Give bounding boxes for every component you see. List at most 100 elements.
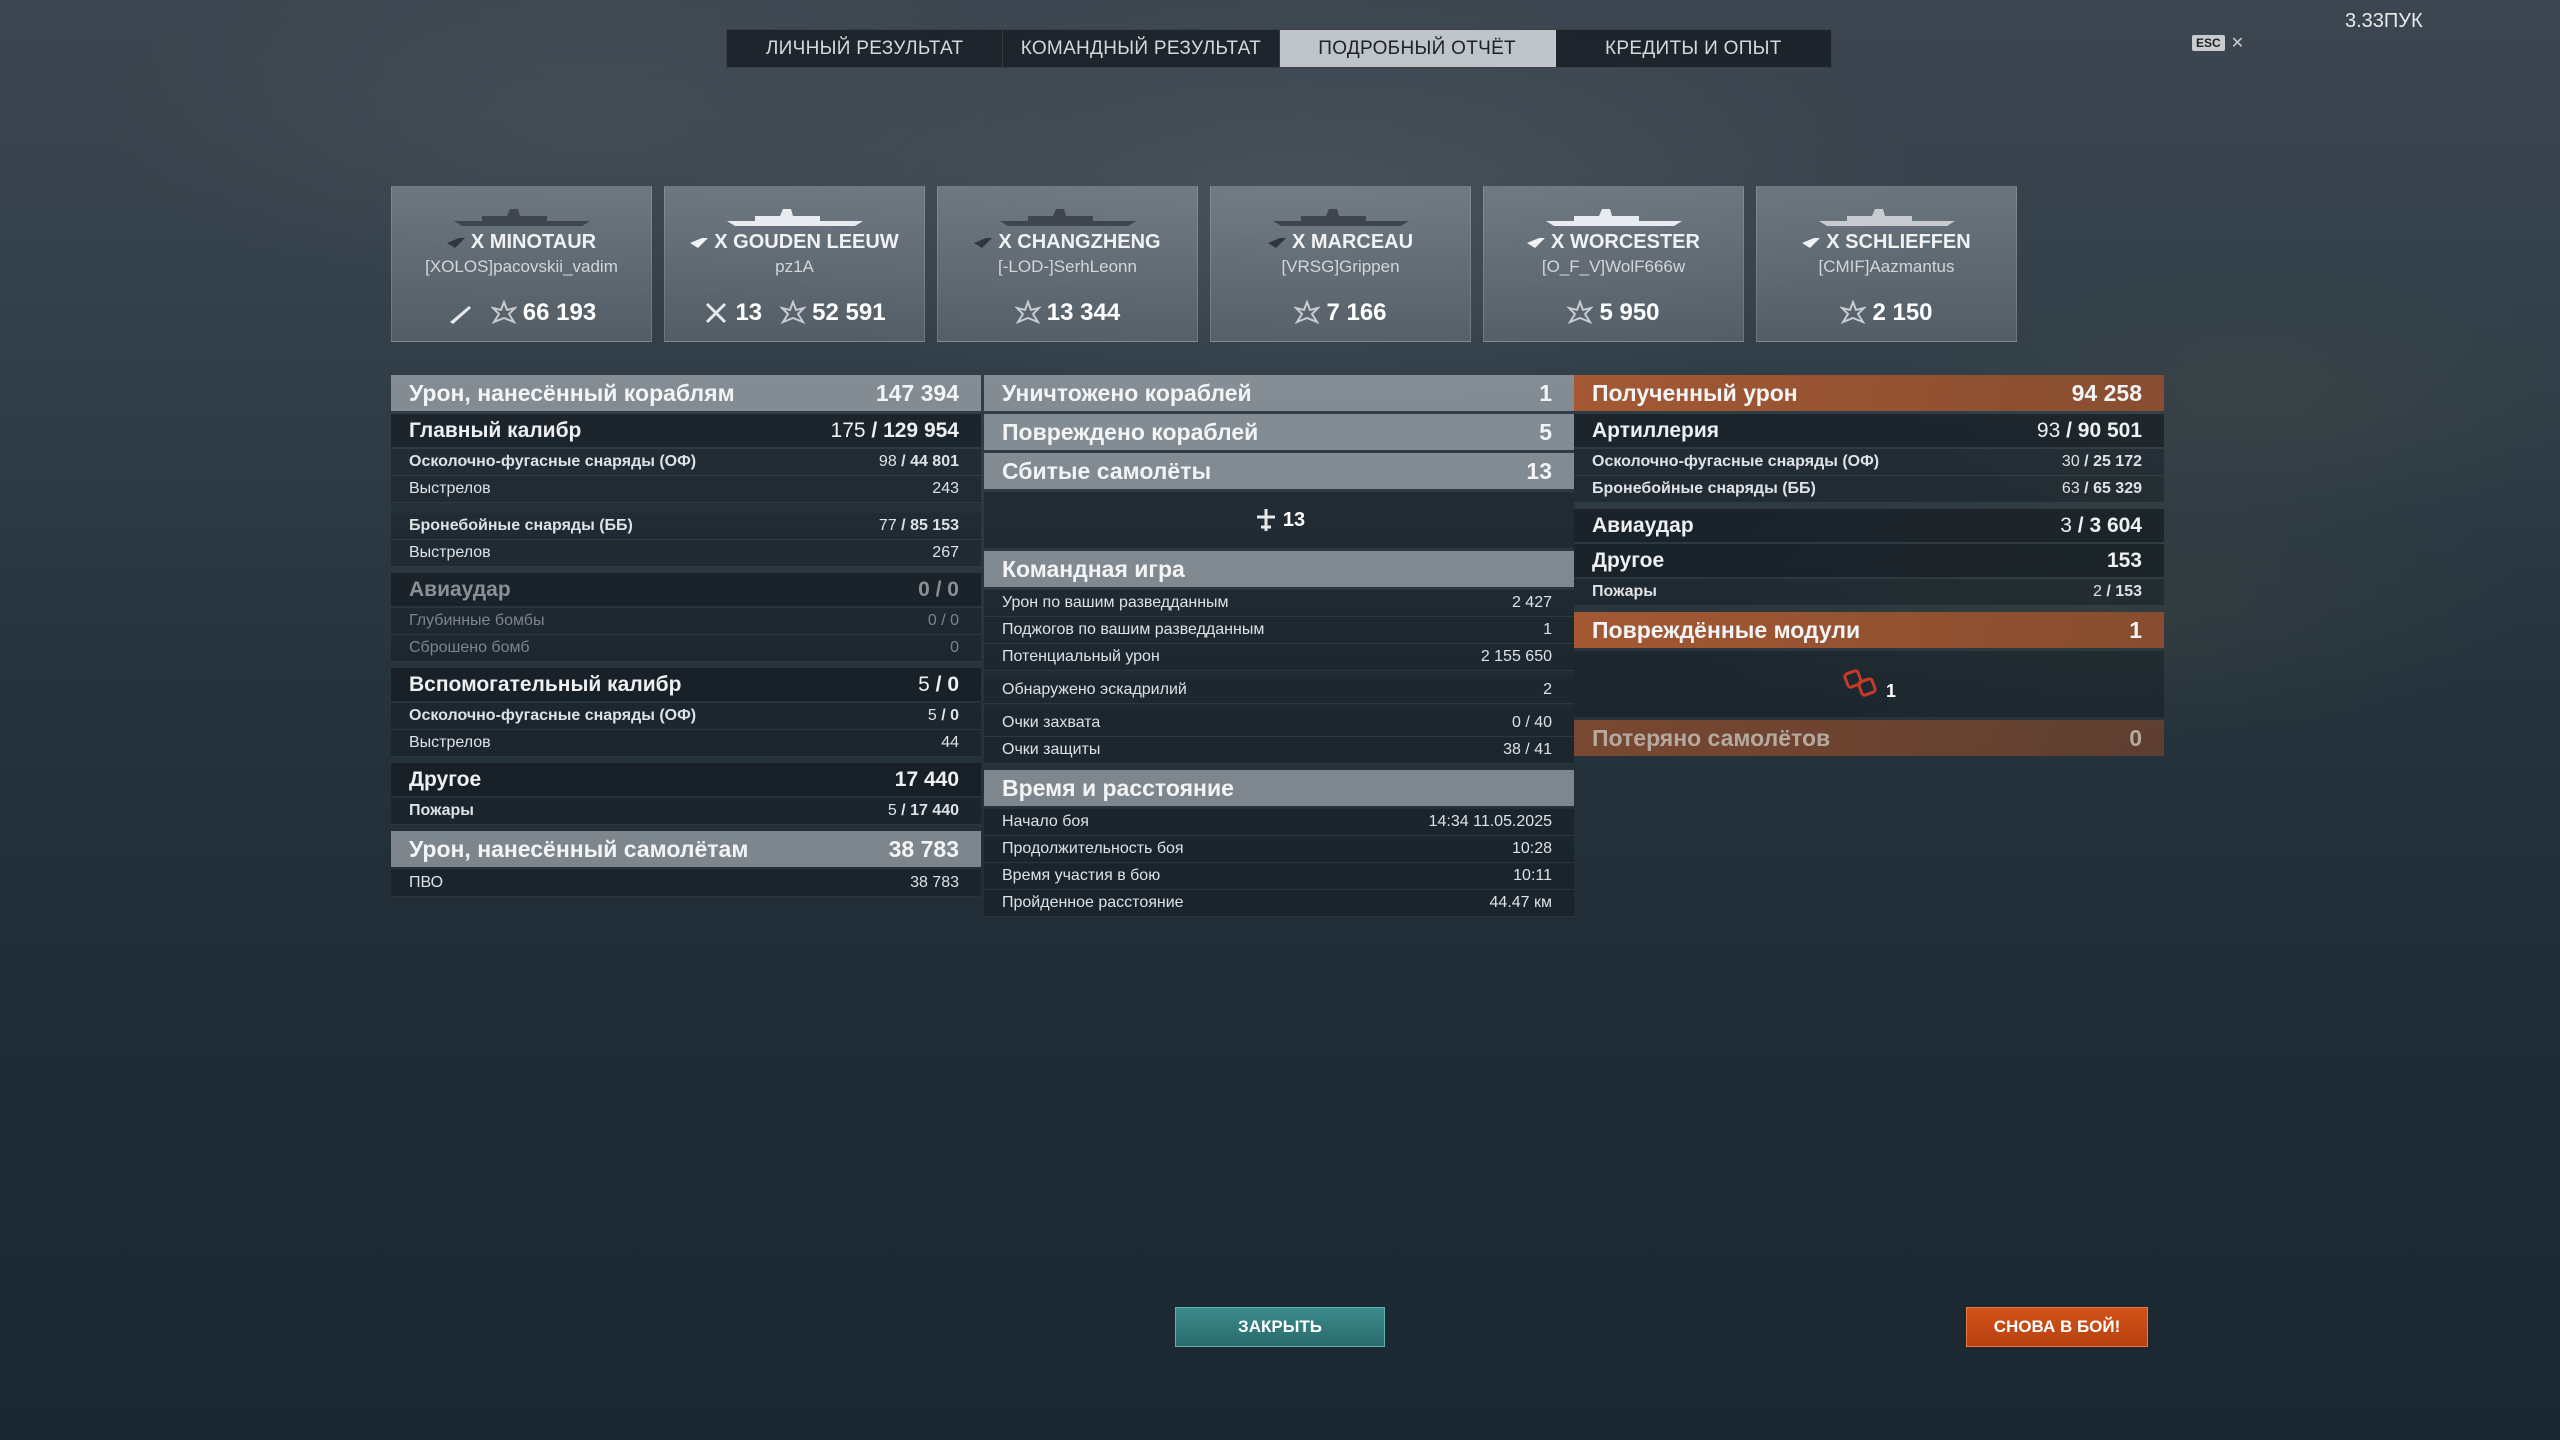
he-shots-row: Выстрелов 243 [391, 476, 981, 503]
ship-stats: 7 166 [1211, 299, 1470, 327]
ship-stat: 5 950 [1567, 299, 1660, 327]
ship-silhouette-icon [1545, 209, 1682, 226]
time-row: Продолжительность боя 10:28 [984, 836, 1574, 863]
ship-silhouette-icon [1272, 209, 1409, 226]
ship-class-icon [690, 237, 709, 248]
airstrike-row: Авиаудар 0 / 0 [391, 573, 981, 606]
ship-class-icon [974, 237, 993, 248]
ship-name: X GOUDEN LEEUW [665, 231, 924, 254]
tab-detailed-report[interactable]: ПОДРОБНЫЙ ОТЧЁТ [1279, 30, 1556, 67]
he-row: Осколочно-фугасные снаряды (ОФ) 98 / 44 8… [391, 449, 981, 476]
planes-shot-row: Сбитые самолёты 13 [984, 453, 1574, 489]
tab-bar: ЛИЧНЫЙ РЕЗУЛЬТАТ КОМАНДНЫЙ РЕЗУЛЬТАТ ПОД… [726, 29, 1832, 68]
team-row: Очки защиты 38 / 41 [984, 737, 1574, 764]
ship-cards: X MINOTAUR [XOLOS]pacovskii_vadim 66 193… [391, 186, 2017, 342]
ship-class-icon [446, 237, 465, 248]
ap-shots-row: Выстрелов 267 [391, 540, 981, 567]
teamplay-header: Командная игра [984, 551, 1574, 587]
close-button[interactable]: ЗАКРЫТЬ [1175, 1307, 1385, 1347]
ship-card[interactable]: X SCHLIEFFEN [CMIF]Aazmantus 2 150 [1756, 186, 2017, 342]
time-row: Пройденное расстояние 44.47 км [984, 890, 1574, 917]
ship-name: X WORCESTER [1484, 231, 1743, 254]
recv-fires-row: Пожары 2 / 153 [1574, 579, 2164, 606]
ship-class-icon [1802, 237, 1821, 248]
time-distance-header: Время и расстояние [984, 770, 1574, 806]
damage-icon [1840, 300, 1867, 325]
ship-stats: 13 344 [938, 299, 1197, 327]
module-icon [1843, 669, 1877, 697]
ship-damage-value: 5 950 [1599, 299, 1660, 326]
plane-icon [1256, 509, 1275, 531]
ship-silhouette-icon [999, 209, 1136, 226]
recv-airstrike-row: Авиаудар 3 / 3 604 [1574, 509, 2164, 542]
ship-stats: 13 52 591 [665, 299, 924, 327]
ship-stat: 2 150 [1840, 299, 1933, 327]
sec-he-row: Осколочно-фугасные снаряды (ОФ) 5 / 0 [391, 703, 981, 730]
team-row: Потенциальный урон 2 155 650 [984, 644, 1574, 671]
ship-player: [O_F_V]WolF666w [1541, 257, 1686, 276]
depth-charges-row: Глубинные бомбы 0 / 0 [391, 608, 981, 635]
esc-close-button[interactable]: ESC ✕ [2192, 33, 2244, 53]
tab-personal-result[interactable]: ЛИЧНЫЙ РЕЗУЛЬТАТ [727, 30, 1004, 67]
tab-credits-xp[interactable]: КРЕДИТЫ И ОПЫТ [1556, 30, 1831, 67]
close-icon: ✕ [2230, 35, 2245, 52]
ship-damage-value: 7 166 [1326, 299, 1387, 326]
ship-stat: 52 591 [780, 299, 886, 327]
team-row: Урон по вашим разведданным 2 427 [984, 590, 1574, 617]
ship-stats: 2 150 [1757, 299, 2016, 327]
damage-icon [490, 300, 517, 325]
ship-player: [CMIF]Aazmantus [1818, 257, 1955, 276]
battle-summary-panel: Уничтожено кораблей 1 Повреждено кораблей… [984, 375, 1574, 917]
ship-name: X SCHLIEFFEN [1757, 231, 2016, 254]
ship-silhouette-icon [1818, 209, 1955, 226]
damage-planes-header: Урон, нанесённый самолётам 38 783 [391, 831, 981, 867]
battle-again-button[interactable]: СНОВА В БОЙ! [1966, 1307, 2148, 1347]
recv-other-row: Другое 153 [1574, 544, 2164, 577]
player-name: 3.33ПУК [2345, 10, 2423, 32]
ship-card[interactable]: X MARCEAU [VRSG]Grippen 7 166 [1210, 186, 1471, 342]
other-damage-row: Другое 17 440 [391, 763, 981, 796]
ship-planes-value: 13 [735, 299, 763, 326]
bombs-dropped-row: Сброшено бомб 0 [391, 635, 981, 662]
planes-lost-header: Потеряно самолётов 0 [1574, 720, 2164, 756]
ap-row: Бронебойные снаряды (ББ) 77 / 85 153 [391, 513, 981, 540]
team-row: Обнаружено эскадрилий 2 [984, 677, 1574, 704]
planes-shot-summary: 13 [984, 492, 1574, 548]
artillery-row: Артиллерия 93 / 90 501 [1574, 414, 2164, 447]
ships-destroyed-row: Уничтожено кораблей 1 [984, 375, 1574, 411]
damaged-modules-summary: 1 [1574, 651, 2164, 717]
ship-silhouette-icon [453, 209, 590, 226]
esc-key-label: ESC [2192, 35, 2225, 51]
ship-name: X CHANGZHENG [938, 231, 1197, 254]
ship-card[interactable]: X MINOTAUR [XOLOS]pacovskii_vadim 66 193 [391, 186, 652, 342]
damaged-modules-header: Повреждённые модули 1 [1574, 612, 2164, 648]
damage-icon [1294, 300, 1321, 325]
team-row: Очки захвата 0 / 40 [984, 710, 1574, 737]
ship-player: pz1A [775, 257, 814, 276]
damage-ships-header: Урон, нанесённый кораблям 147 394 [391, 375, 981, 411]
time-row: Начало боя 14:34 11.05.2025 [984, 809, 1574, 836]
ship-card[interactable]: X CHANGZHENG [-LOD-]SerhLeonn 13 344 [937, 186, 1198, 342]
ship-stats: 5 950 [1484, 299, 1743, 327]
damage-dealt-panel: Урон, нанесённый кораблям 147 394 Главный… [391, 375, 981, 897]
ship-name: X MINOTAUR [392, 231, 651, 254]
ships-damaged-row: Повреждено кораблей 5 [984, 414, 1574, 450]
damage-received-header: Полученный урон 94 258 [1574, 375, 2164, 411]
ship-player: [-LOD-]SerhLeonn [998, 257, 1137, 276]
ship-player: [XOLOS]pacovskii_vadim [425, 257, 618, 276]
ship-stat: 7 166 [1294, 299, 1387, 327]
damage-received-panel: Полученный урон 94 258 Артиллерия 93 / 90 … [1574, 375, 2164, 759]
ship-card[interactable]: X WORCESTER [O_F_V]WolF666w 5 950 [1483, 186, 1744, 342]
ship-silhouette-icon [726, 209, 863, 226]
ship-stat: 13 [703, 299, 762, 327]
damage-icon [1014, 300, 1041, 325]
secondary-caliber-row: Вспомогательный калибр 5 / 0 [391, 668, 981, 701]
ship-damage-value: 52 591 [812, 299, 886, 326]
tab-team-result[interactable]: КОМАНДНЫЙ РЕЗУЛЬТАТ [1003, 30, 1280, 67]
ship-card[interactable]: X GOUDEN LEEUW pz1A 13 52 591 [664, 186, 925, 342]
ship-stat [447, 300, 473, 326]
damage-icon [1567, 300, 1594, 325]
ship-class-icon [1527, 237, 1546, 248]
main-caliber-row: Главный калибр 175 / 129 954 [391, 414, 981, 447]
team-row: Поджогов по вашим разведданным 1 [984, 617, 1574, 644]
